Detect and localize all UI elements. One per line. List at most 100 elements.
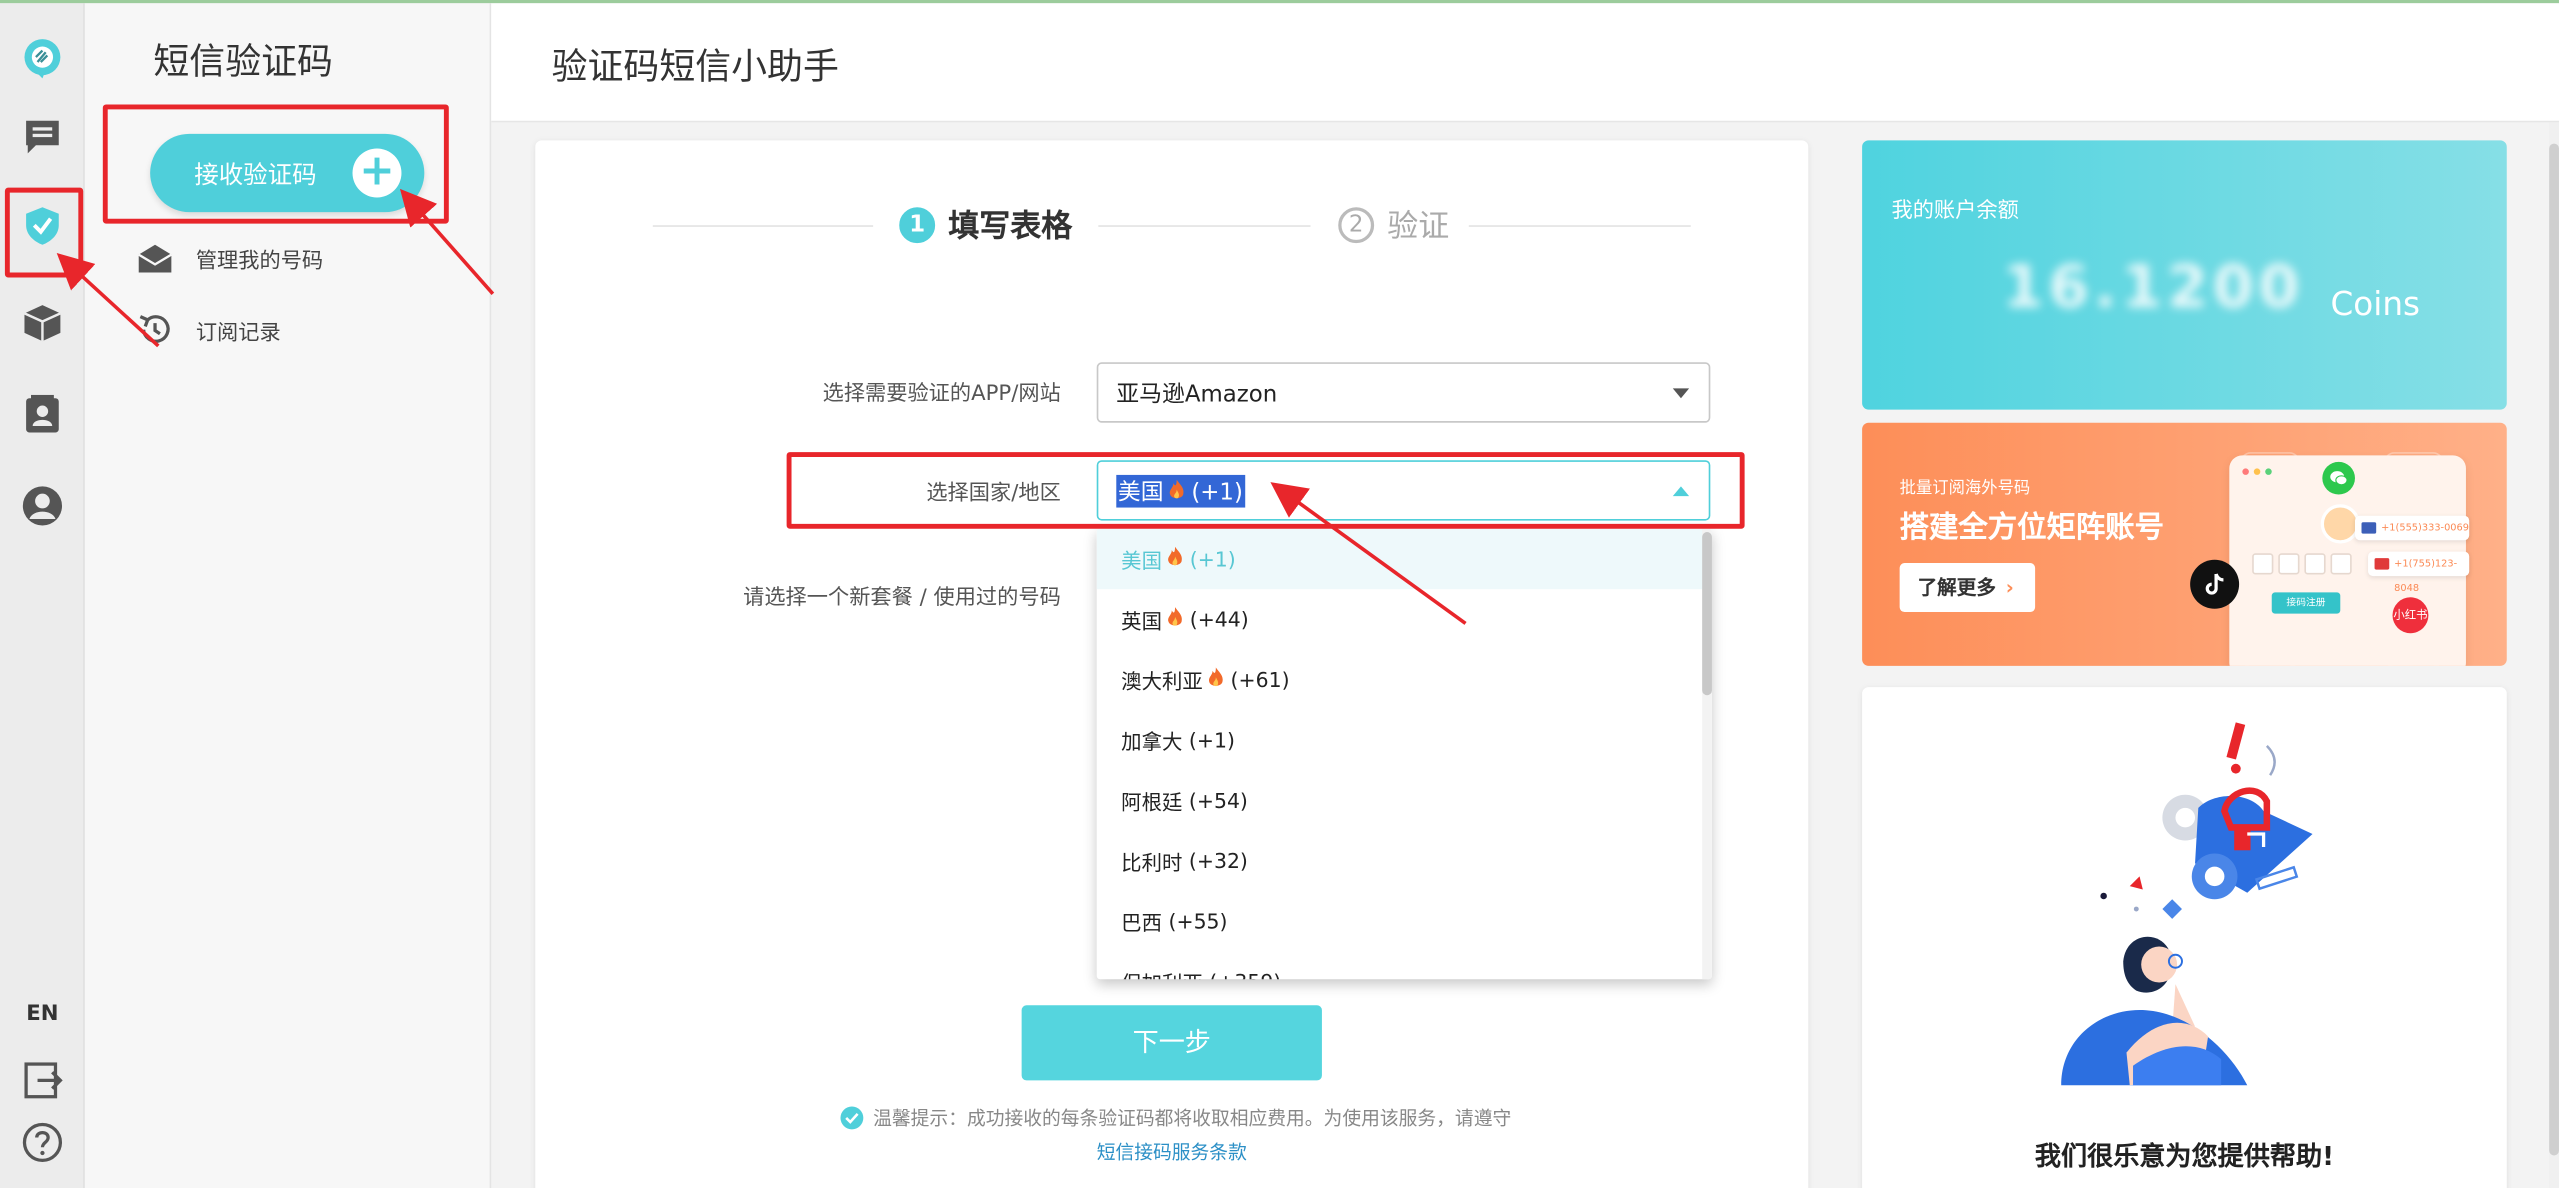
code-cell <box>2252 553 2274 575</box>
ca-number-pill: +1(755)123-8048 <box>2368 551 2470 594</box>
balance-card: 我的账户余额 16.1200 Coins <box>1862 140 2507 410</box>
package-icon[interactable] <box>13 294 72 353</box>
step-line <box>1468 225 1691 227</box>
country-option[interactable]: 美国 (+1) <box>1096 528 1712 590</box>
form-card: 1 填写表格 2 验证 选择需要验证的APP/网站 亚马逊Amazon 选择国家… <box>535 140 1809 1188</box>
app-select-label: 选择需要验证的APP/网站 <box>822 381 1061 407</box>
country-option-code: (+44) <box>1189 607 1249 632</box>
balance-amount: 16.1200 <box>2002 254 2305 322</box>
step-label: 验证 <box>1387 208 1450 245</box>
chevron-right-icon: › <box>2005 576 2014 599</box>
country-option-name: 美国 <box>1121 548 1163 573</box>
app-root: EN 短信验证码 接收验证码 + 管理我的号码 订阅记录 验证码短信小助手 1 … <box>0 0 2559 1188</box>
step-label: 填写表格 <box>948 208 1073 245</box>
country-option-code: (+1) <box>1188 727 1235 753</box>
country-option[interactable]: 比利时 (+32) <box>1097 831 1712 891</box>
page-title: 验证码短信小助手 <box>551 47 839 89</box>
step-line <box>652 225 874 227</box>
xiaohongshu-icon: 小红书 <box>2392 597 2429 634</box>
history-icon <box>139 315 170 343</box>
side-panel: 短信验证码 接收验证码 + 管理我的号码 订阅记录 <box>84 3 492 1188</box>
us-flag-icon <box>2361 522 2377 534</box>
promo-banner[interactable]: 批量订阅海外号码 搭建全方位矩阵账号 了解更多 › 接码注册 +1(555)333… <box>1862 422 2507 666</box>
country-option-name: 保加利亚 <box>1121 966 1203 979</box>
country-option-code: (+359) <box>1209 969 1281 979</box>
page-scroll-thumb[interactable] <box>2549 143 2559 1156</box>
country-option-code: (+55) <box>1168 909 1228 934</box>
pill-text: +1(555)333-0069 <box>2381 522 2470 534</box>
dropdown-scroll-thumb[interactable] <box>1702 532 1712 696</box>
country-option-name: 阿根廷 <box>1121 789 1183 815</box>
country-option-name: 巴西 <box>1121 910 1163 936</box>
sidebar-item-subscriptions[interactable]: 订阅记录 <box>85 294 491 366</box>
tip-text-row: 温馨提示：成功接收的每条验证码都将收取相应费用。为使用该服务，请遵守 <box>840 1105 1525 1131</box>
step-number: 2 <box>1338 206 1375 243</box>
country-option[interactable]: 澳大利亚 (+61) <box>1097 650 1712 710</box>
help-illustration <box>2061 722 2313 1086</box>
receive-highlight-box <box>102 104 449 224</box>
step-number: 1 <box>899 206 936 243</box>
package-label: 请选择一个新套餐 / 使用过的号码 <box>743 585 1061 611</box>
help-card: 我们很乐意为您提供帮助! <box>1862 687 2507 1188</box>
badge-text: 小红书 <box>2393 608 2428 622</box>
country-option-name: 英国 <box>1121 608 1163 634</box>
code-cell <box>2330 553 2352 575</box>
check-circle-icon <box>840 1106 864 1130</box>
sidebar-item-label: 管理我的号码 <box>195 248 324 274</box>
contacts-icon[interactable] <box>13 385 72 444</box>
flame-icon <box>1203 667 1231 691</box>
envelope-icon <box>138 244 172 273</box>
country-option-code: (+54) <box>1188 788 1248 813</box>
us-number-pill: +1(555)333-0069 <box>2354 515 2470 541</box>
next-step-button[interactable]: 下一步 <box>1021 1005 1322 1081</box>
country-dropdown: 美国 (+1) 英国 (+44) 澳大利亚 (+61) 加拿大 (+1) 阿根廷 (+54) 比… <box>1096 528 1712 980</box>
code-cell <box>2304 553 2326 575</box>
chevron-down-icon <box>1672 388 1690 399</box>
step-line <box>1098 225 1311 227</box>
country-option[interactable]: 巴西 (+55) <box>1097 891 1712 951</box>
country-option-code: (+1) <box>1189 546 1236 572</box>
logout-icon[interactable] <box>13 1051 72 1110</box>
icon-rail: EN <box>0 3 85 1188</box>
flame-icon <box>1162 546 1190 571</box>
balance-unit: Coins <box>2330 283 2421 324</box>
country-option-list: 美国 (+1) 英国 (+44) 澳大利亚 (+61) 加拿大 (+1) 阿根廷 (+54) 比… <box>1096 528 1712 979</box>
country-option-name: 澳大利亚 <box>1121 669 1203 694</box>
wechat-icon <box>2322 461 2355 495</box>
tiktok-icon <box>2190 559 2240 609</box>
message-icon[interactable] <box>13 108 72 167</box>
country-option-code: (+32) <box>1188 848 1248 874</box>
app-select-value: 亚马逊Amazon <box>1116 381 1278 408</box>
flame-icon <box>1162 607 1190 631</box>
page-header: 验证码短信小助手 <box>491 3 2559 123</box>
help-icon[interactable] <box>13 1113 72 1172</box>
phone-register-button: 接码注册 <box>2271 592 2341 614</box>
terms-link[interactable]: 短信接码服务条款 <box>1097 1139 1247 1165</box>
sidebar-item-manage-numbers[interactable]: 管理我的号码 <box>85 222 491 294</box>
language-toggle[interactable]: EN <box>0 1002 85 1026</box>
step-fill-form: 1 填写表格 <box>899 202 1072 246</box>
step-indicator: 1 填写表格 2 验证 <box>652 202 1691 251</box>
tip-text: 温馨提示：成功接收的每条验证码都将收取相应费用。为使用该服务，请遵守 <box>873 1106 1512 1130</box>
side-panel-title: 短信验证码 <box>153 42 333 84</box>
promo-title: 搭建全方位矩阵账号 <box>1899 510 2165 546</box>
logo-icon[interactable] <box>13 29 72 88</box>
user-icon[interactable] <box>13 477 72 536</box>
country-option-name: 加拿大 <box>1121 729 1183 754</box>
step-verify: 2 验证 <box>1338 202 1449 246</box>
learn-more-button[interactable]: 了解更多 › <box>1899 563 2036 612</box>
country-highlight-box <box>786 452 1745 529</box>
country-option[interactable]: 加拿大 (+1) <box>1097 710 1712 770</box>
active-highlight-box <box>4 187 84 278</box>
country-option-code: (+61) <box>1230 667 1290 692</box>
country-option[interactable]: 保加利亚 (+359) <box>1097 951 1712 979</box>
country-option-name: 比利时 <box>1121 850 1183 875</box>
promo-subtitle: 批量订阅海外号码 <box>1899 479 2031 498</box>
country-option[interactable]: 英国 (+44) <box>1097 589 1712 649</box>
ca-flag-icon <box>2374 558 2390 570</box>
country-option[interactable]: 阿根廷 (+54) <box>1097 770 1712 830</box>
learn-more-label: 了解更多 <box>1917 576 1996 599</box>
code-cell <box>2278 553 2300 575</box>
app-select[interactable]: 亚马逊Amazon <box>1096 362 1711 423</box>
balance-title: 我的账户余额 <box>1891 199 2019 224</box>
